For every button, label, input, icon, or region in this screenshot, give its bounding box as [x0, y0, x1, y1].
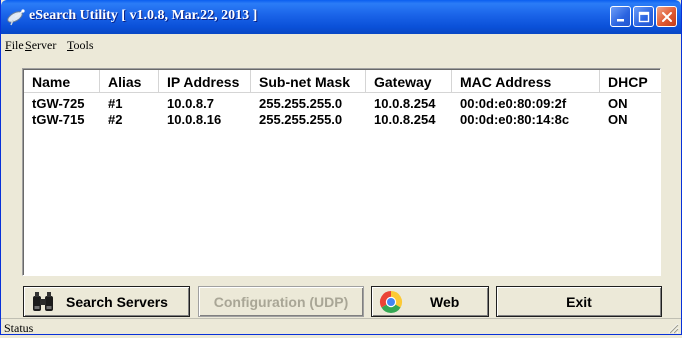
cell-subnet-mask: 255.255.255.0: [259, 96, 343, 111]
menu-file[interactable]: File: [5, 38, 24, 53]
cell-ip-address: 10.0.8.7: [167, 96, 214, 111]
column-header-name[interactable]: Name: [24, 70, 100, 93]
cell-dhcp: ON: [608, 96, 628, 111]
menu-bar: File Server Tools: [1, 36, 681, 54]
close-button[interactable]: [656, 6, 677, 27]
binoculars-icon: [31, 291, 55, 316]
search-servers-label: Search Servers: [66, 293, 168, 310]
resize-grip-icon[interactable]: [666, 321, 679, 334]
close-icon: [661, 11, 672, 22]
cell-mac-address: 00:0d:e0:80:14:8c: [460, 112, 570, 127]
list-header: Name Alias IP Address Sub-net Mask Gatew…: [24, 70, 661, 93]
status-bar: Status: [1, 318, 681, 335]
exit-label: Exit: [566, 293, 592, 310]
exit-button[interactable]: Exit: [496, 286, 662, 317]
cell-ip-address: 10.0.8.16: [167, 112, 222, 127]
web-button[interactable]: Web: [371, 286, 489, 317]
server-list[interactable]: Name Alias IP Address Sub-net Mask Gatew…: [22, 68, 661, 276]
cell-gateway: 10.0.8.254: [374, 96, 436, 111]
cell-name: tGW-725: [32, 96, 85, 111]
menu-server[interactable]: Server: [25, 38, 56, 53]
satellite-icon[interactable]: [6, 7, 26, 27]
maximize-icon: [638, 11, 649, 22]
app-window: eSearch Utility [ v1.0.8, Mar.22, 2013 ]…: [0, 0, 682, 335]
cell-alias: #1: [108, 96, 123, 111]
column-header-dhcp[interactable]: DHCP: [600, 70, 661, 93]
cell-name: tGW-715: [32, 112, 85, 127]
column-header-alias[interactable]: Alias: [100, 70, 159, 93]
configuration-udp-button[interactable]: Configuration (UDP): [198, 286, 364, 317]
title-bar[interactable]: eSearch Utility [ v1.0.8, Mar.22, 2013 ]: [1, 0, 681, 34]
column-header-ip-address[interactable]: IP Address: [159, 70, 251, 93]
cell-mac-address: 00:0d:e0:80:09:2f: [460, 96, 567, 111]
cell-subnet-mask: 255.255.255.0: [259, 112, 343, 127]
minimize-button[interactable]: [610, 6, 631, 27]
window-title: eSearch Utility [ v1.0.8, Mar.22, 2013 ]: [29, 8, 258, 23]
cell-dhcp: ON: [608, 112, 628, 127]
chrome-icon: [379, 290, 403, 317]
status-text: Status: [4, 321, 34, 335]
search-servers-button[interactable]: Search Servers: [23, 286, 190, 317]
cell-gateway: 10.0.8.254: [374, 112, 436, 127]
cell-alias: #2: [108, 112, 123, 127]
menu-tools[interactable]: Tools: [67, 38, 94, 53]
table-row[interactable]: tGW-715 #2 10.0.8.16 255.255.255.0 10.0.…: [24, 112, 661, 128]
column-header-subnet-mask[interactable]: Sub-net Mask: [251, 70, 366, 93]
column-header-mac-address[interactable]: MAC Address: [452, 70, 600, 93]
column-header-gateway[interactable]: Gateway: [366, 70, 452, 93]
maximize-button[interactable]: [633, 6, 654, 27]
table-row[interactable]: tGW-725 #1 10.0.8.7 255.255.255.0 10.0.8…: [24, 96, 661, 112]
minimize-icon: [616, 18, 624, 21]
configuration-udp-label: Configuration (UDP): [213, 293, 349, 310]
web-label: Web: [430, 293, 460, 310]
